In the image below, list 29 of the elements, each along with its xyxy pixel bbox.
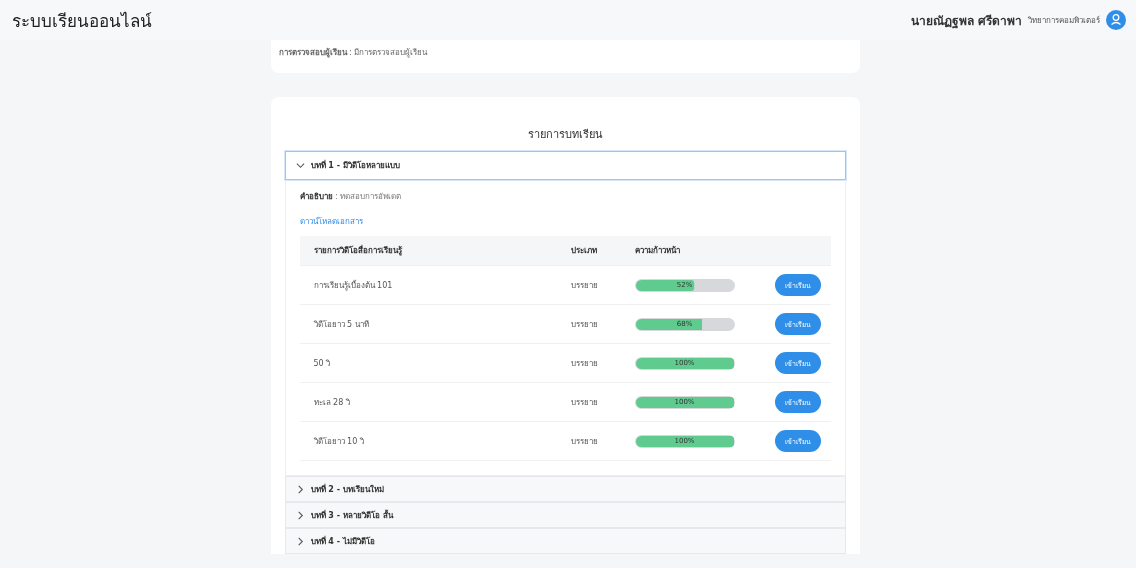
chapter-header[interactable]: บทที่ 1 - มีวิดีโอหลายแบบ [284,151,846,180]
video-name: วิดีโอยาว 10 วิ [313,435,365,448]
chapter-header[interactable]: บทที่ 2 - บทเรียนใหม่ [284,476,846,502]
column-header: รายการวิดีโอสื่อการเรียนรู้ [313,244,403,257]
verification-info: การตรวจสอบผู้เรียน : มีการตรวจสอบผู้เรียน [278,47,429,59]
user-avatar-icon[interactable] [1106,10,1126,30]
video-name: ทะเล 28 วิ [313,396,351,409]
download-link[interactable]: ดาวน์โหลดเอกสาร [299,215,363,228]
chevron-right-icon [295,510,305,520]
user-role: วิทยาการคอมพิวเตอร์ [1028,14,1100,27]
chapter-description: คำอธิบาย : ทดสอบการอัพเดต [299,191,403,203]
video-type: บรรยาย [570,279,599,292]
video-type: บรรยาย [570,318,599,331]
chevron-right-icon [295,484,305,494]
video-type: บรรยาย [570,435,599,448]
video-type: บรรยาย [570,357,599,370]
chevron-right-icon [295,536,305,546]
video-type: บรรยาย [570,396,599,409]
chapter-header[interactable]: บทที่ 4 - ไม่มีวิดีโอ [284,528,846,554]
column-header: ความก้าวหน้า [634,245,681,257]
video-name: วิดีโอยาว 5 นาที [313,318,370,331]
column-header: ประเภท [570,245,598,257]
card-title: รายการบทเรียน [526,127,604,143]
video-name: 50 วิ [313,357,332,370]
app-title: ระบบเรียนออนไลน์ [12,9,152,33]
user-name: นายณัฏฐพล ศรีดาพา [910,12,1022,30]
chevron-down-icon [295,161,305,170]
chapter-header[interactable]: บทที่ 3 - หลายวิดีโอ สั้น [284,502,846,528]
video-name: การเรียนรู้เบื้องต้น 101 [313,279,394,292]
